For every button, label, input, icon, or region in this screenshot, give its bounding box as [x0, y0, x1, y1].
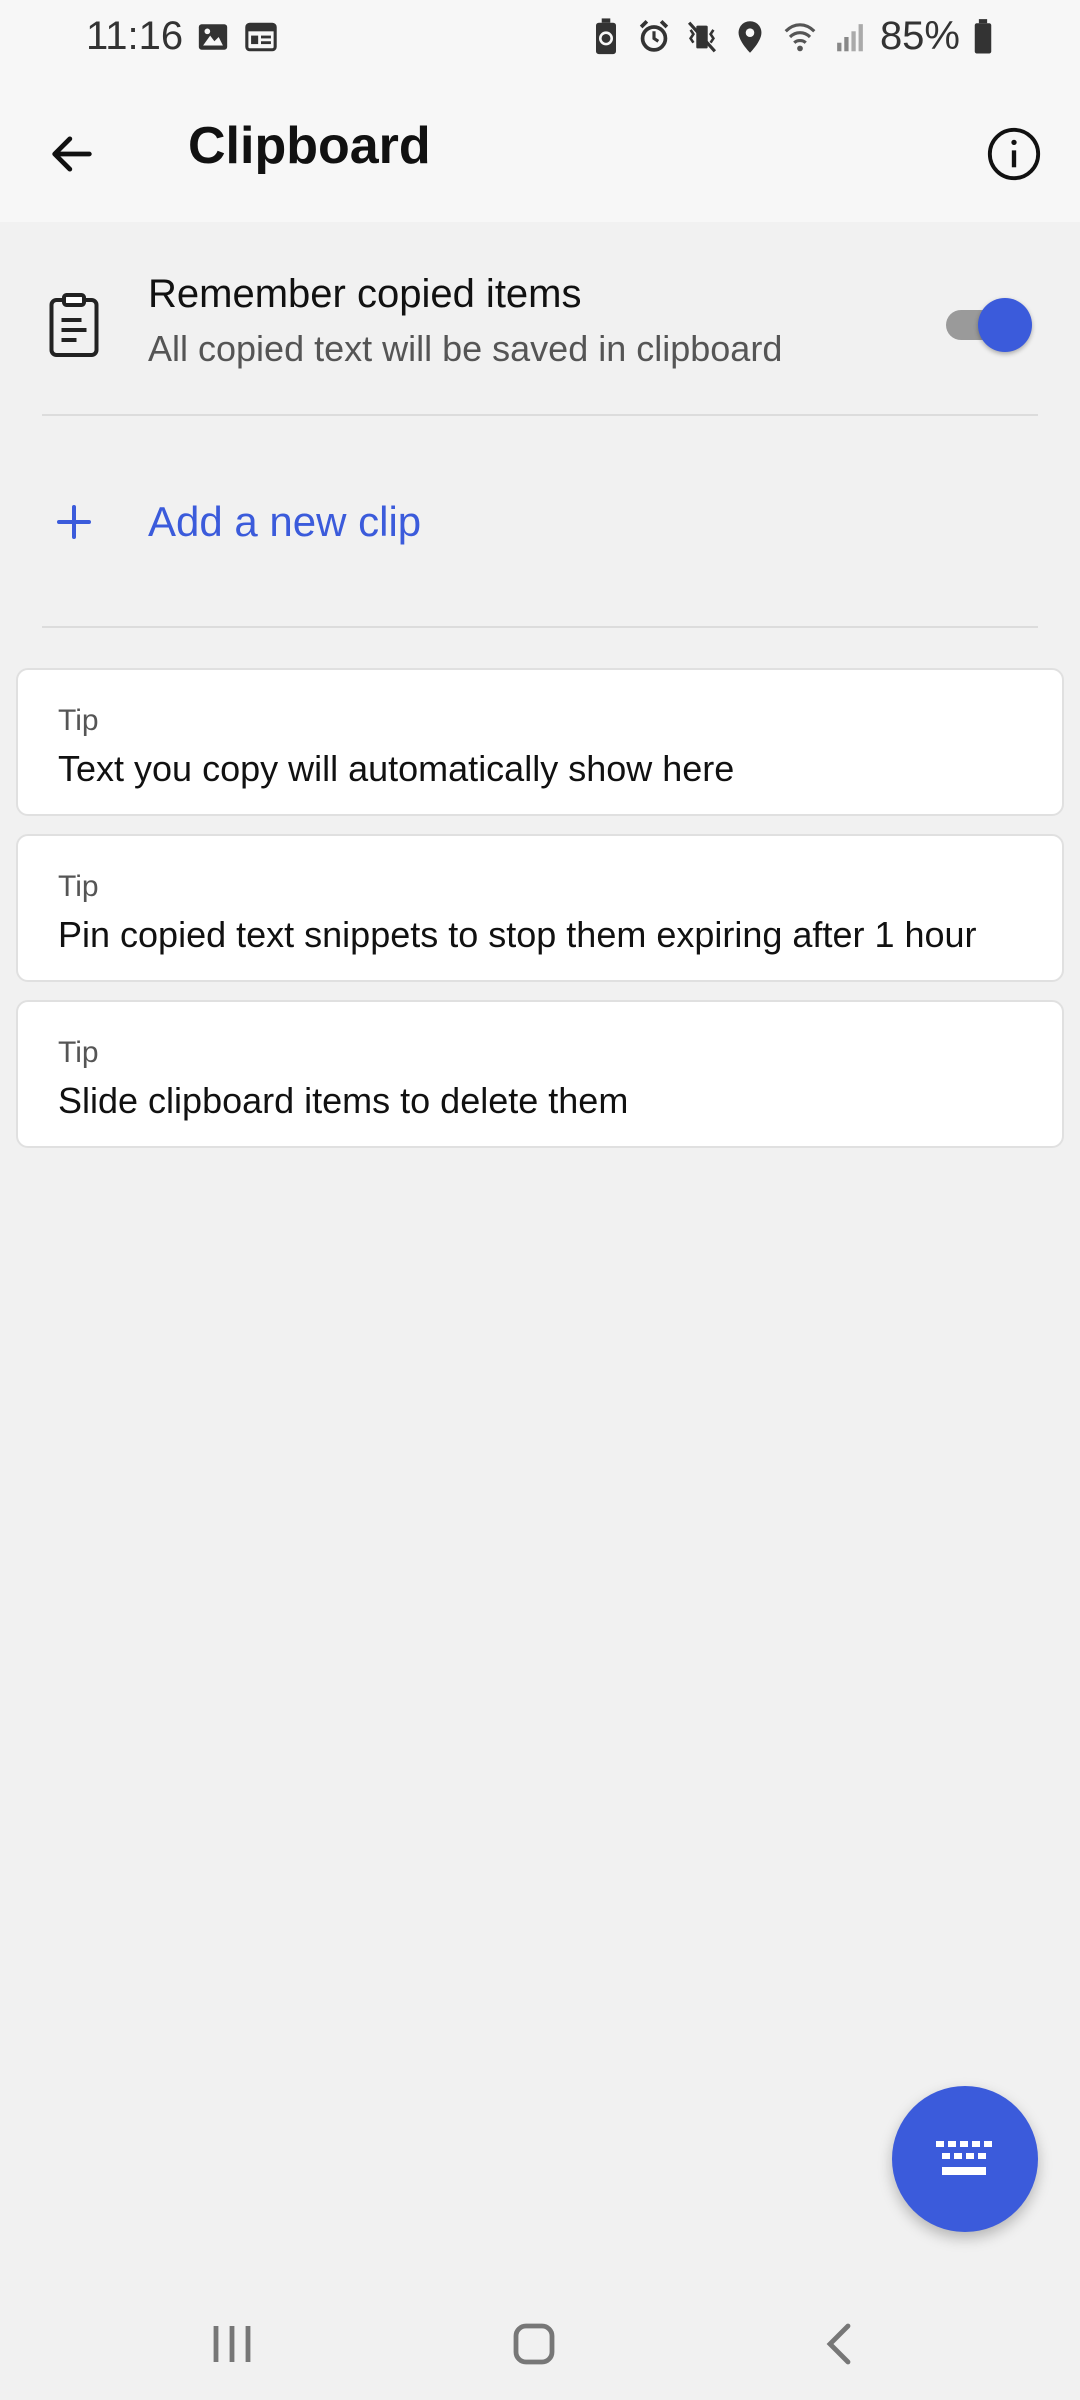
divider	[42, 414, 1038, 416]
battery-icon	[974, 18, 992, 53]
tip-text: Slide clipboard items to delete them	[58, 1080, 629, 1121]
battery-saver-icon	[595, 17, 616, 54]
tip-card[interactable]: Tip Pin copied text snippets to stop the…	[16, 834, 1064, 982]
tip-label: Tip	[58, 1036, 99, 1069]
recent-apps-icon[interactable]	[210, 2320, 254, 2368]
system-navigation-bar	[0, 2290, 1080, 2400]
location-icon	[738, 20, 762, 53]
toggle-thumb	[978, 298, 1032, 352]
tip-text: Text you copy will automatically show he…	[58, 748, 735, 789]
add-clip-label: Add a new clip	[148, 498, 422, 545]
battery-percentage: 85%	[879, 14, 960, 58]
tip-card[interactable]: Tip Text you copy will automatically sho…	[16, 668, 1064, 816]
remember-copied-items-setting[interactable]: Remember copied items All copied text wi…	[0, 222, 1080, 414]
tip-text: Pin copied text snippets to stop them ex…	[58, 914, 977, 955]
keyboard-icon	[936, 2141, 992, 2175]
signal-icon	[837, 23, 863, 51]
tip-card[interactable]: Tip Slide clipboard items to delete them	[16, 1000, 1064, 1148]
plus-icon	[57, 505, 91, 539]
remember-setting-title: Remember copied items	[148, 272, 582, 316]
app-bar: Clipboard	[0, 78, 1080, 222]
status-system-icons: 85%	[588, 14, 994, 59]
info-icon	[987, 127, 1041, 181]
remember-setting-subtitle: All copied text will be saved in clipboa…	[148, 328, 783, 369]
clipboard-icon	[49, 293, 99, 357]
arrow-left-icon	[52, 136, 92, 172]
wifi-icon	[784, 22, 816, 51]
gallery-icon	[198, 24, 228, 50]
tip-label: Tip	[58, 870, 99, 903]
keyboard-fab-button[interactable]	[892, 2086, 1038, 2232]
vibrate-mute-icon	[687, 21, 716, 52]
back-button[interactable]	[32, 114, 112, 194]
calendar-news-icon	[245, 22, 277, 52]
clipboard-screen: 11:16 85% Clipboard Remember copied item…	[0, 0, 1080, 2400]
tip-label: Tip	[58, 704, 99, 737]
alarm-icon	[639, 19, 669, 52]
info-button[interactable]	[974, 114, 1054, 194]
home-icon[interactable]	[512, 2320, 556, 2368]
divider	[42, 626, 1038, 628]
status-time: 11:16	[86, 14, 184, 58]
add-new-clip-button[interactable]: Add a new clip	[0, 418, 1080, 626]
status-notification-icons	[196, 20, 278, 54]
status-bar: 11:16 85%	[0, 0, 1080, 78]
page-title: Clipboard	[188, 117, 431, 175]
nav-back-icon[interactable]	[818, 2320, 862, 2368]
remember-toggle-switch[interactable]	[944, 294, 1032, 352]
